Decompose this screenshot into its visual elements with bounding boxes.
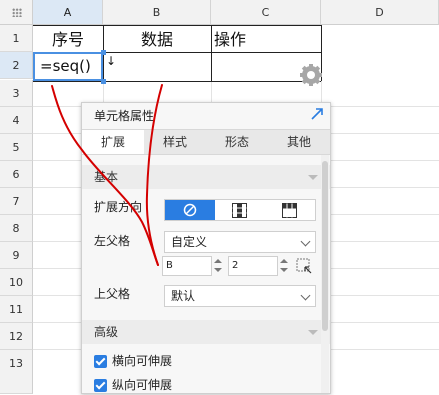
red-annotation-strokes <box>51 84 163 266</box>
